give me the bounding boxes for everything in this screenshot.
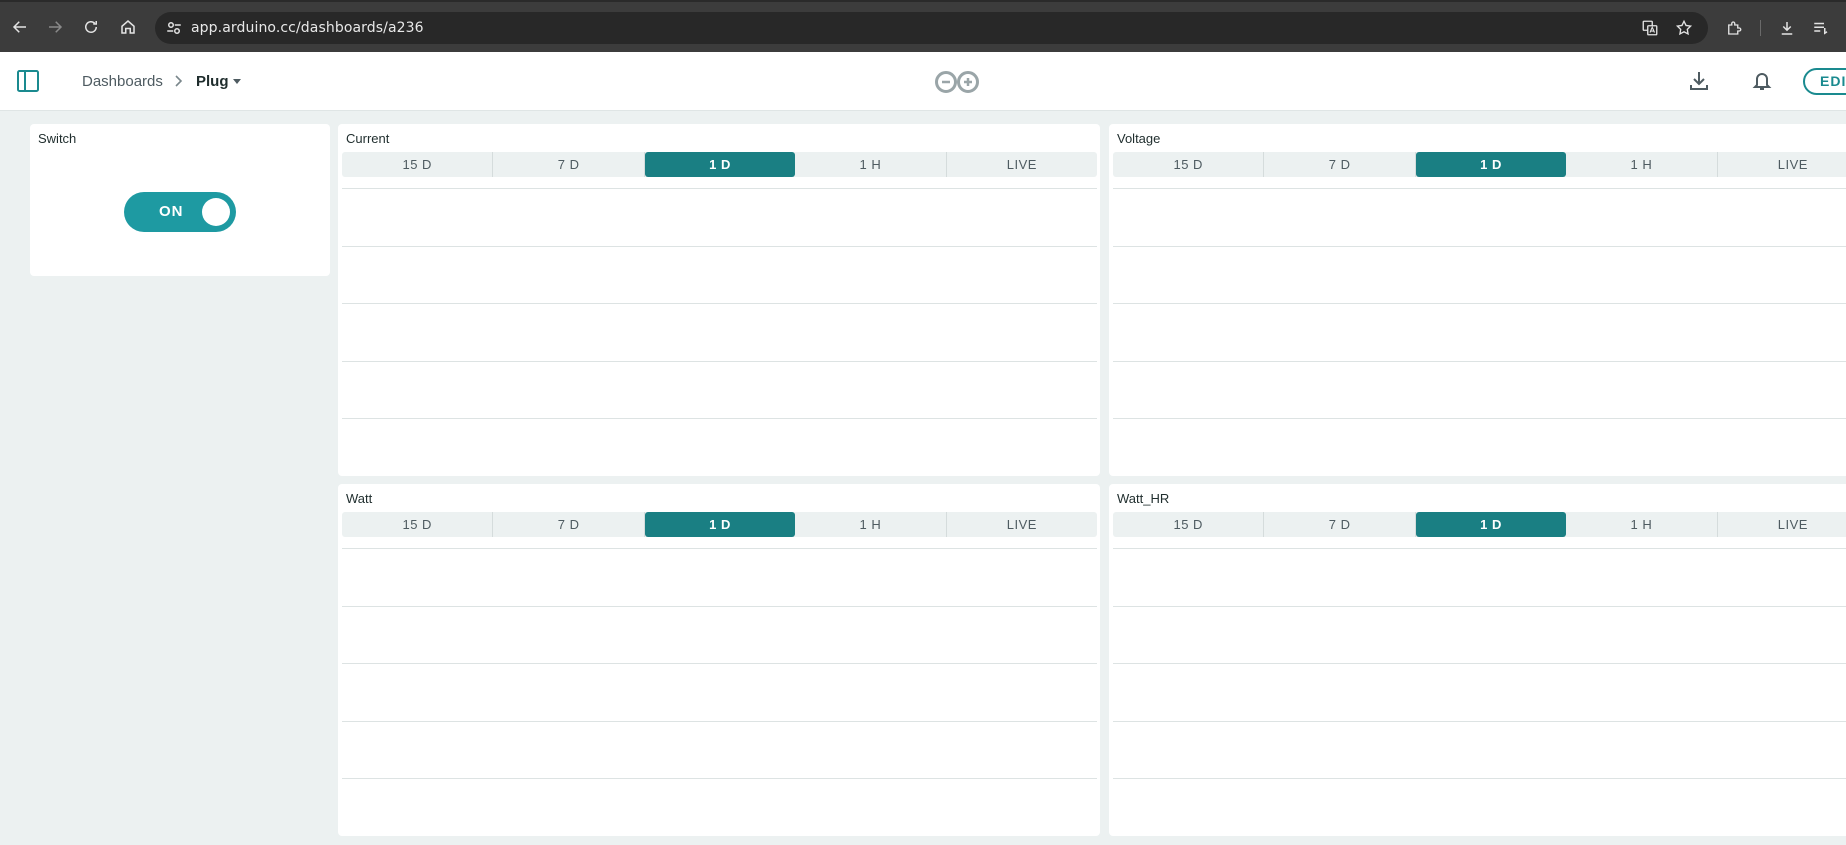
chart-gridline [342, 246, 1097, 247]
time-range-selector: 15 D7 D1 D1 H LIVE [342, 512, 1097, 537]
chart-gridline [342, 548, 1097, 549]
address-bar[interactable]: app.arduino.cc/dashboards/a236 [155, 12, 1708, 44]
chart-gridline [1113, 663, 1846, 664]
time-range-selector: 15 D7 D1 D1 H LIVE [1113, 512, 1846, 537]
range-button-1h[interactable]: 1 H [1566, 152, 1718, 177]
chart-gridline [1113, 721, 1846, 722]
chart-gridline [342, 778, 1097, 779]
chart-gridline [342, 418, 1097, 419]
chart-gridline [342, 663, 1097, 664]
chart-gridline [342, 361, 1097, 362]
translate-icon[interactable] [1641, 19, 1659, 37]
widget-title: Watt [346, 491, 373, 506]
chart-gridline [1113, 418, 1846, 419]
download-icon[interactable] [1687, 69, 1711, 93]
time-range-selector: 15 D7 D1 D1 H LIVE [1113, 152, 1846, 177]
range-button-15d[interactable]: 15 D [1113, 152, 1265, 177]
chart-gridline [1113, 361, 1846, 362]
puzzle-icon[interactable] [1725, 19, 1743, 37]
chart-gridline [342, 188, 1097, 189]
range-button-live[interactable]: LIVE [1718, 512, 1846, 537]
widget-title: Switch [38, 131, 77, 146]
chart-widget: Watt 15 D7 D1 D1 H LIVE [338, 484, 1100, 836]
reading-list-icon[interactable] [1812, 19, 1830, 37]
star-icon[interactable] [1675, 19, 1693, 37]
bell-icon[interactable] [1750, 69, 1774, 93]
range-button-1h[interactable]: 1 H [795, 152, 947, 177]
toggle-knob[interactable] [202, 198, 230, 226]
chevron-right-icon [175, 75, 183, 87]
range-button-live[interactable]: LIVE [947, 152, 1097, 177]
chart-widget: Voltage 15 D7 D1 D1 H LIVE [1109, 124, 1846, 476]
tune-icon[interactable] [165, 19, 183, 37]
browser-toolbar: app.arduino.cc/dashboards/a236 [0, 0, 1846, 52]
download-icon[interactable] [1778, 19, 1796, 37]
range-button-1d[interactable]: 1 D [1415, 152, 1567, 177]
chart-gridline [342, 303, 1097, 304]
on-off-toggle[interactable]: ON [124, 192, 236, 232]
reload-icon[interactable] [80, 16, 102, 38]
edit-button[interactable]: EDIT [1803, 68, 1846, 95]
chart-gridline [1113, 548, 1846, 549]
back-icon[interactable] [9, 16, 31, 38]
range-button-7d[interactable]: 7 D [1264, 152, 1416, 177]
breadcrumb-current-dashboard[interactable]: Plug [196, 73, 229, 90]
range-button-live[interactable]: LIVE [947, 512, 1097, 537]
range-button-1h[interactable]: 1 H [795, 512, 947, 537]
toggle-state-label: ON [159, 203, 184, 220]
url-text[interactable]: app.arduino.cc/dashboards/a236 [191, 20, 424, 36]
time-range-selector: 15 D7 D1 D1 H LIVE [342, 152, 1097, 177]
range-button-1d[interactable]: 1 D [644, 512, 796, 537]
range-button-1h[interactable]: 1 H [1566, 512, 1718, 537]
chart-gridline [342, 721, 1097, 722]
range-button-7d[interactable]: 7 D [1264, 512, 1416, 537]
chart-gridline [1113, 303, 1846, 304]
range-button-15d[interactable]: 15 D [342, 512, 494, 537]
forward-icon[interactable] [44, 16, 66, 38]
range-button-7d[interactable]: 7 D [493, 152, 645, 177]
breadcrumb-dashboards-link[interactable]: Dashboards [82, 73, 163, 90]
chart-gridline [1113, 606, 1846, 607]
chart-gridline [1113, 188, 1846, 189]
arduino-logo-icon [935, 71, 979, 93]
toolbar-separator [1760, 20, 1761, 36]
chart-widget: Current 15 D7 D1 D1 H LIVE [338, 124, 1100, 476]
chart-gridline [1113, 246, 1846, 247]
sidebar-toggle-icon[interactable] [16, 69, 40, 93]
app-header: Dashboards Plug EDIT [0, 52, 1846, 111]
range-button-15d[interactable]: 15 D [342, 152, 494, 177]
chart-gridline [1113, 778, 1846, 779]
switch-widget: Switch ON [30, 124, 330, 276]
caret-down-icon[interactable] [233, 79, 241, 85]
widget-title: Watt_HR [1117, 491, 1170, 506]
widget-title: Current [346, 131, 390, 146]
range-button-1d[interactable]: 1 D [1415, 512, 1567, 537]
home-icon[interactable] [117, 16, 139, 38]
range-button-7d[interactable]: 7 D [493, 512, 645, 537]
range-button-live[interactable]: LIVE [1718, 152, 1846, 177]
chart-gridline [342, 606, 1097, 607]
range-button-15d[interactable]: 15 D [1113, 512, 1265, 537]
range-button-1d[interactable]: 1 D [644, 152, 796, 177]
chart-widget: Watt_HR 15 D7 D1 D1 H LIVE [1109, 484, 1846, 836]
widget-title: Voltage [1117, 131, 1161, 146]
